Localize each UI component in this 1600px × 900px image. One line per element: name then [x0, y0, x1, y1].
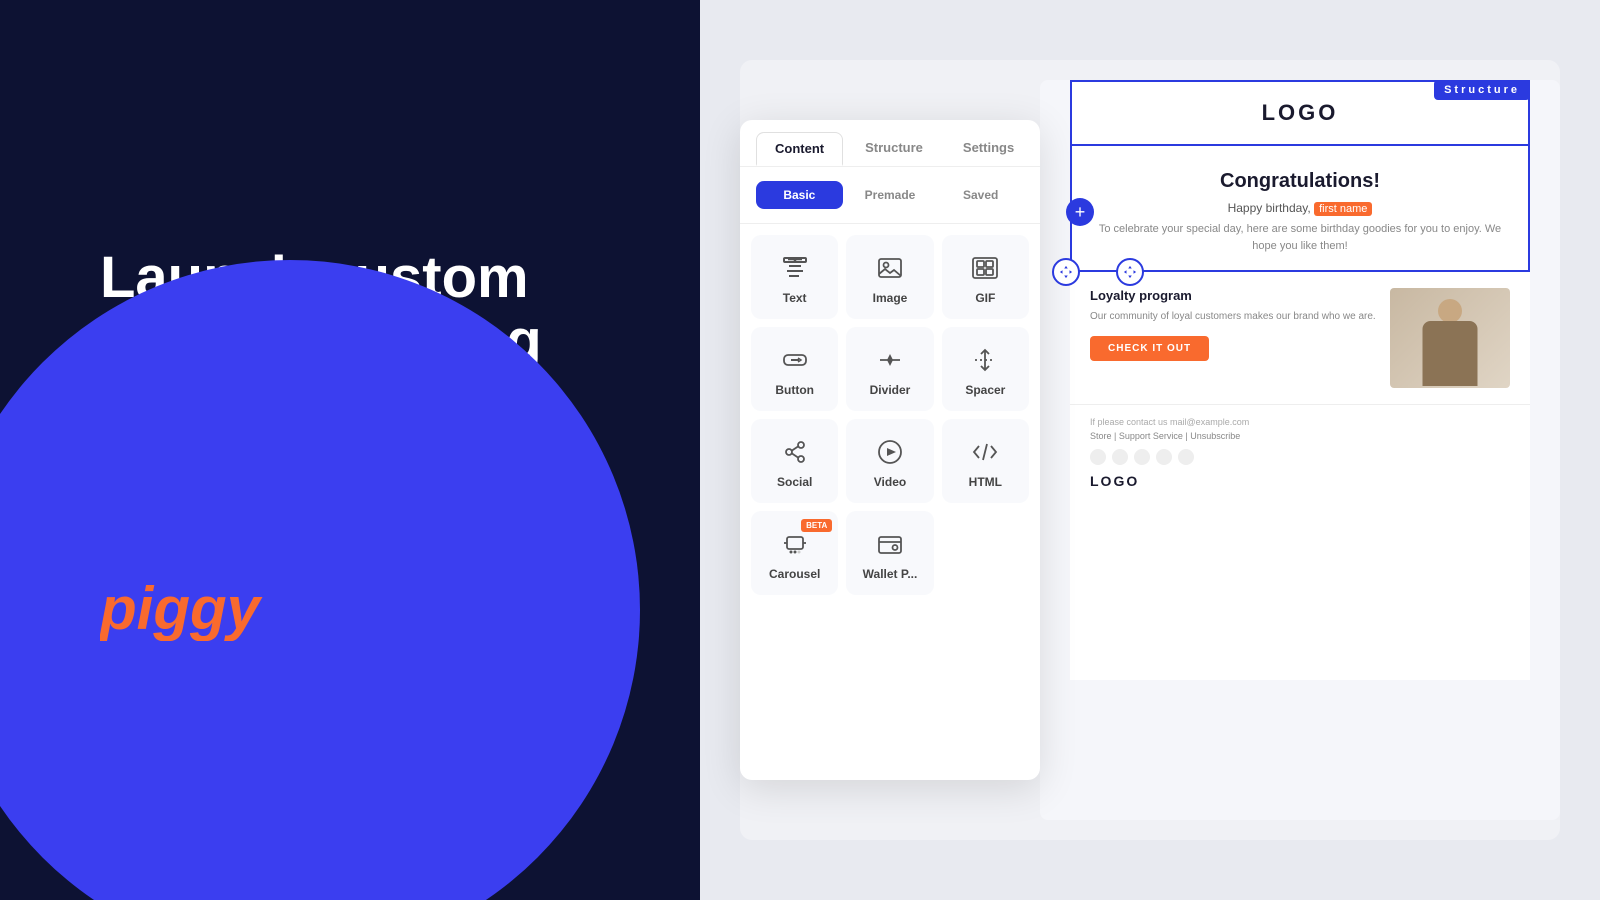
- email-logo-bar: LOGO Structure: [1070, 80, 1530, 146]
- youtube-icon: [1134, 449, 1150, 465]
- first-name-highlight: first name: [1314, 202, 1372, 216]
- filter-premade[interactable]: Premade: [847, 181, 934, 209]
- add-block-button[interactable]: +: [1066, 198, 1094, 226]
- image-label: Image: [873, 291, 908, 305]
- move-handle-center[interactable]: [1116, 258, 1144, 286]
- footer-social: [1090, 449, 1510, 465]
- wallet-label: Wallet P...: [863, 567, 918, 581]
- divider-icon: [875, 345, 905, 375]
- footer-links: Store | Support Service | Unsubscribe: [1090, 431, 1510, 441]
- editor-mockup: + LOGO Structure Congratulations!: [740, 60, 1560, 840]
- carousel-label: Carousel: [769, 567, 820, 581]
- cta-button[interactable]: CHECK IT OUT: [1090, 336, 1209, 361]
- wallet-icon: [875, 529, 905, 559]
- footer-contact: If please contact us mail@example.com: [1090, 417, 1510, 427]
- html-label: HTML: [969, 475, 1002, 489]
- email-congrats-section: Congratulations! Happy birthday, first n…: [1070, 146, 1530, 272]
- social-icon: [780, 437, 810, 467]
- congrats-body: To celebrate your special day, here are …: [1092, 221, 1508, 254]
- html-icon: [970, 437, 1000, 467]
- content-item-video[interactable]: Video: [846, 419, 933, 503]
- person-body: [1423, 321, 1478, 386]
- filter-basic[interactable]: Basic: [756, 181, 843, 209]
- spacer-icon: [970, 345, 1000, 375]
- content-item-button[interactable]: Button: [751, 327, 838, 411]
- video-icon: [875, 437, 905, 467]
- plus-icon: +: [1075, 202, 1086, 223]
- instagram-icon: [1112, 449, 1128, 465]
- divider-label: Divider: [870, 383, 911, 397]
- panel-tabs: Content Structure Settings: [740, 120, 1040, 167]
- person-figure: [1395, 291, 1505, 386]
- text-icon: [780, 253, 810, 283]
- piggy-logo: piggy: [100, 571, 640, 654]
- content-grid: Text Image: [740, 224, 1040, 606]
- content-item-gif[interactable]: GIF: [942, 235, 1029, 319]
- congrats-title: Congratulations!: [1092, 170, 1508, 193]
- gif-label: GIF: [975, 291, 995, 305]
- content-panel: Content Structure Settings Basic Premade…: [740, 120, 1040, 780]
- discord-icon: [1178, 449, 1194, 465]
- tab-structure[interactable]: Structure: [847, 132, 941, 166]
- person-head: [1438, 299, 1462, 323]
- content-item-divider[interactable]: Divider: [846, 327, 933, 411]
- email-canvas: + LOGO Structure Congratulations!: [1040, 80, 1560, 820]
- right-section: + LOGO Structure Congratulations!: [700, 0, 1600, 900]
- tiktok-icon: [1156, 449, 1172, 465]
- content-item-text[interactable]: Text: [751, 235, 838, 319]
- content-item-wallet[interactable]: Wallet P...: [846, 511, 933, 595]
- content-filter: Basic Premade Saved: [740, 167, 1040, 224]
- tab-settings[interactable]: Settings: [945, 132, 1032, 166]
- button-label: Button: [775, 383, 814, 397]
- social-label: Social: [777, 475, 812, 489]
- congrats-subtitle: Happy birthday, first name: [1092, 201, 1508, 215]
- email-footer: If please contact us mail@example.com St…: [1070, 404, 1530, 501]
- content-item-image[interactable]: Image: [846, 235, 933, 319]
- button-icon: [780, 345, 810, 375]
- twitter-icon: [1090, 449, 1106, 465]
- move-handle-left[interactable]: [1052, 258, 1080, 286]
- content-item-carousel[interactable]: BETA Carousel: [751, 511, 838, 595]
- email-logo-text: LOGO: [1262, 100, 1339, 125]
- gif-icon: [970, 253, 1000, 283]
- content-item-social[interactable]: Social: [751, 419, 838, 503]
- beta-badge: BETA: [801, 519, 832, 532]
- video-label: Video: [874, 475, 906, 489]
- content-item-spacer[interactable]: Spacer: [942, 327, 1029, 411]
- footer-logo: LOGO: [1090, 473, 1510, 489]
- spacer-label: Spacer: [965, 383, 1005, 397]
- left-section: Launch custom email marketing campaigns.…: [0, 0, 720, 900]
- text-label: Text: [783, 291, 807, 305]
- email-inner: LOGO Structure Congratulations! Happy bi…: [1070, 80, 1530, 680]
- tab-content[interactable]: Content: [756, 132, 843, 166]
- content-item-html[interactable]: HTML: [942, 419, 1029, 503]
- svg-text:piggy: piggy: [100, 575, 263, 641]
- loyalty-section: Loyalty program Our community of loyal c…: [1070, 272, 1530, 404]
- structure-badge[interactable]: Structure: [1434, 80, 1530, 100]
- image-icon: [875, 253, 905, 283]
- filter-saved[interactable]: Saved: [937, 181, 1024, 209]
- loyalty-image: [1390, 288, 1510, 388]
- carousel-icon: [780, 529, 810, 559]
